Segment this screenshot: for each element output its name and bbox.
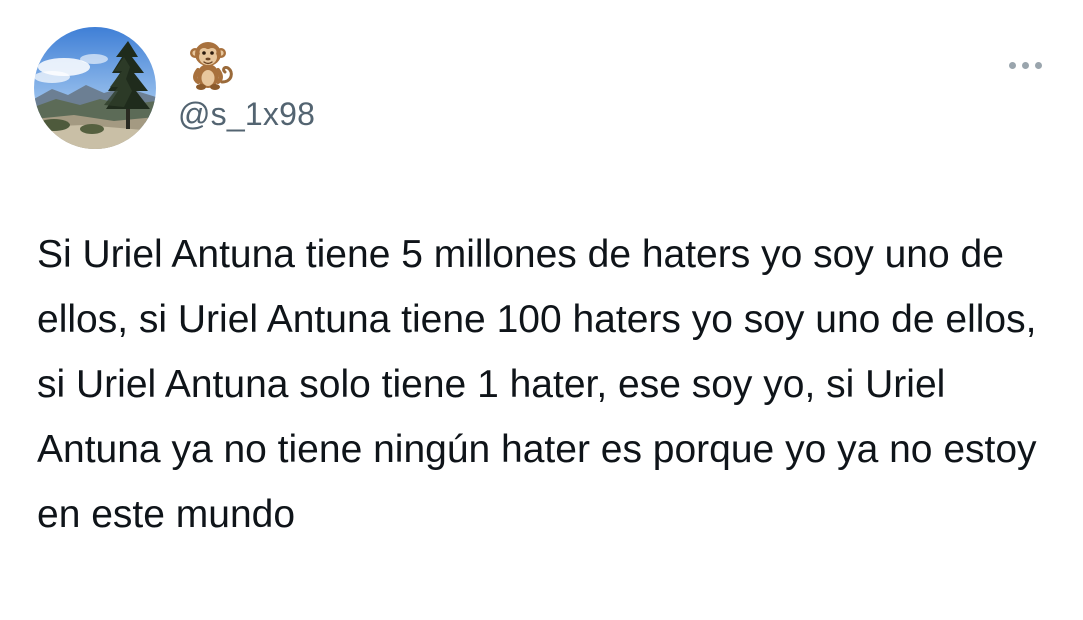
more-dot	[1034, 61, 1042, 69]
display-name-monkey-emoji-icon[interactable]	[184, 38, 238, 92]
more-dot	[1008, 61, 1016, 69]
landscape-avatar-icon	[34, 27, 156, 149]
tweet-text: Si Uriel Antuna tiene 5 millones de hate…	[37, 233, 1037, 536]
monkey-emoji-icon	[190, 42, 233, 90]
tweet-card: @s_1x98 Si Uriel Antuna tiene 5 millones…	[0, 0, 1083, 620]
user-handle[interactable]: @s_1x98	[178, 94, 315, 134]
user-avatar[interactable]	[34, 27, 156, 149]
more-dot	[1021, 61, 1029, 69]
more-options-icon[interactable]	[998, 52, 1052, 78]
